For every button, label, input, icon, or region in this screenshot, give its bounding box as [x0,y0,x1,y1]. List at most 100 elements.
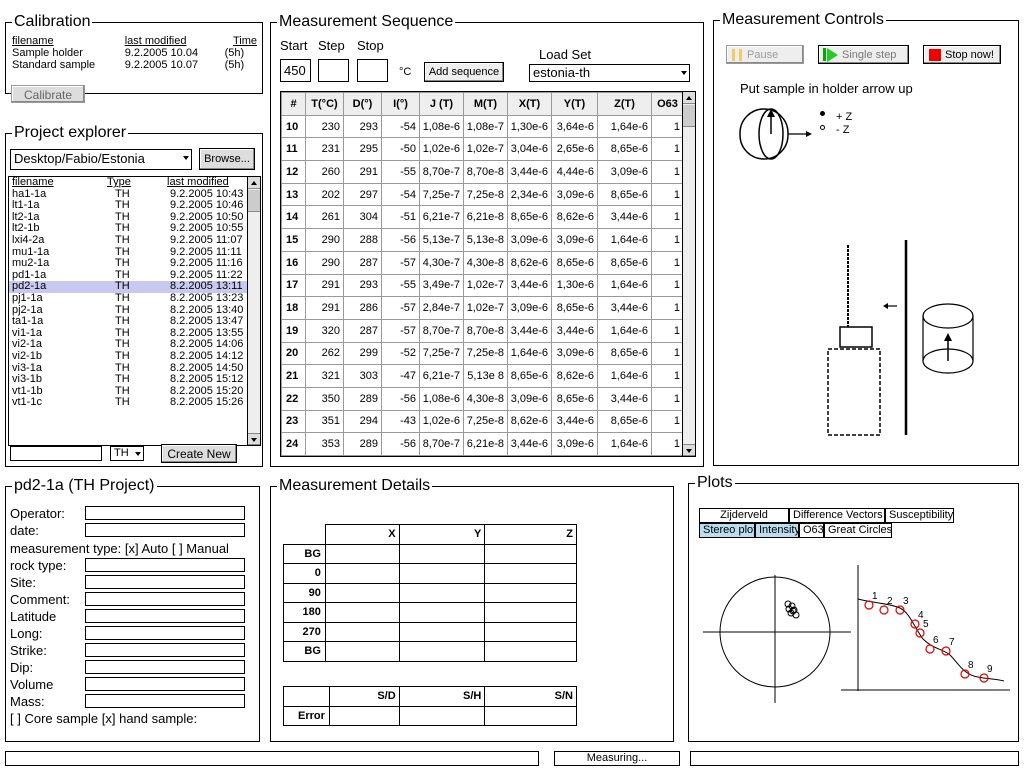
tab-difference-vectors[interactable]: Difference Vectors [789,508,885,523]
add-sequence-button[interactable]: Add sequence [424,62,504,82]
browse-button[interactable]: Browse... [199,148,255,170]
file-list-item[interactable]: vi3-1b TH 8.2.2005 15:12 [9,373,260,386]
details-row: 270 [283,621,577,642]
table-row[interactable]: 25380 [281,455,684,456]
new-project-name-input[interactable] [10,446,102,461]
create-new-button[interactable]: Create New [161,444,237,463]
path-select[interactable]: Desktop/Fabio/Estonia [10,149,192,170]
scroll-thumb[interactable] [683,105,695,127]
tab-o63[interactable]: O63 [799,523,824,538]
latitude-field[interactable] [85,609,245,623]
table-cell: 3,44e-6 [507,160,552,184]
table-row[interactable]: 19 320 287 -57 8,70e-7 8,70e-8 3,44e-6 3,44e-6 1… [281,318,684,343]
step-input[interactable] [318,59,349,82]
table-row[interactable]: 15 290 288 -56 5,13e-7 5,13e-8 3,09e-6 3,09e-6 1… [281,228,684,252]
table-cell: 10 [281,114,306,139]
long-field[interactable] [85,626,245,640]
scroll-up-button[interactable] [683,92,695,104]
instruction-text: Put sample in holder arrow up [740,81,913,96]
table-row[interactable]: 16 290 287 -57 4,30e-7 4,30e-8 8,62e-6 8,65e-6 8… [281,250,684,275]
measurement-table[interactable]: # T(°C) D(°) I(°) J (T) M(T) X(T) Y(T) Z(T) O63 1… [280,91,696,457]
table-row[interactable]: 20 262 299 -52 7,25e-7 7,25e-8 1,64e-6 3,09e-6 8… [281,341,684,366]
column-header[interactable]: Z(T) [597,92,652,116]
file-list-item[interactable]: ta1-1a TH 8.2.2005 13:47 [9,316,260,328]
table-cell: 1,64e-6 [597,273,652,298]
measurement-type-label[interactable]: measurement type: [x] Auto [ ] Manual [10,541,229,557]
tab-intensity[interactable]: Intensity [755,523,800,538]
column-header[interactable]: # [281,92,306,116]
table-row[interactable]: 23 351 294 -43 1,02e-6 7,25e-8 8,62e-6 3,44e-6 8… [281,409,684,434]
start-input[interactable]: 450 [280,59,311,82]
scroll-up-button[interactable] [248,177,260,189]
details-cell [484,621,577,642]
type-select[interactable]: TH [110,446,144,461]
table-cell: 23 [281,409,306,434]
table-row[interactable]: 13 202 297 -54 7,25e-7 7,25e-8 2,34e-6 3,09e-6 8… [281,182,684,207]
scroll-down-button[interactable] [683,444,695,456]
table-cell: 1,02e-7 [463,273,508,298]
table-row[interactable]: 10 230 293 -54 1,08e-6 1,08e-7 1,30e-6 3,64e-6 1… [281,114,684,139]
scroll-down-button[interactable] [248,433,260,445]
file-list-item[interactable]: pj1-1a TH 8.2.2005 13:23 [9,291,260,305]
table-row[interactable]: 11 231 295 -50 1,02e-6 1,02e-7 3,04e-6 2,65e-6 8… [281,137,684,162]
table-cell: 287 [343,250,382,275]
tab-susceptibility[interactable]: Susceptibility [885,508,954,523]
table-scrollbar[interactable] [682,92,695,456]
file-list-item[interactable]: vt1-1c TH 8.2.2005 15:26 [9,397,260,409]
table-cell: 1,64e-6 [507,341,552,366]
stop-now-button[interactable]: Stop now! [923,45,1001,64]
file-cell: pj1-1a [12,291,43,304]
file-cell: TH [115,373,130,386]
volume-field[interactable] [85,677,245,691]
tab-zijderveld[interactable]: Zijderveld [699,508,789,523]
calibrate-button[interactable]: Calibrate [11,85,85,103]
tab-great-circles[interactable]: Great Circles [824,523,892,538]
intensity-point [864,600,874,610]
column-header[interactable]: X(T) [507,92,552,116]
stop-now-label: Stop now! [945,49,994,61]
strike-field[interactable] [85,643,245,657]
step-label: Step [318,38,345,53]
site-field[interactable] [85,575,245,589]
file-list[interactable]: filename Type last modified ha1-1a TH 9.2.… [8,176,261,446]
operator-field[interactable] [85,506,245,520]
mass-field[interactable] [85,694,245,708]
table-row[interactable]: 24 353 289 -56 8,70e-7 6,21e-8 3,44e-6 3,09e-6 1… [281,432,684,456]
column-header[interactable]: I(°) [381,92,420,116]
scroll-thumb[interactable] [248,190,260,212]
column-header[interactable]: Y(T) [551,92,598,116]
table-row[interactable]: 14 261 304 -51 6,21e-7 6,21e-8 8,65e-6 8,62e-6 3… [281,205,684,230]
table-row[interactable]: 17 291 293 -55 3,49e-7 1,02e-7 3,44e-6 1,30e-6 1… [281,273,684,298]
file-list-item[interactable]: lxi4-2a TH 9.2.2005 11:07 [9,234,260,247]
cal-row[interactable]: Sample holder 9.2.2005 10.04 (5h) [12,47,260,59]
column-header[interactable]: J (T) [419,92,464,116]
table-row[interactable]: 21 321 303 -47 6,21e-7 5,13e 8 8,65e-6 8,62e-6 1… [281,364,684,388]
tab-stereo-plot[interactable]: Stereo plot [699,523,756,538]
sample-type-label[interactable]: [ ] Core sample [x] hand sample: [10,711,197,727]
start-value: 450 [284,63,306,78]
cal-row[interactable]: Standard sample 9.2.2005 10.07 (5h) [12,59,260,71]
file-list-item[interactable]: vi2-1b TH 8.2.2005 14:12 [9,350,260,363]
date-field[interactable] [85,523,245,537]
stop-input[interactable] [357,59,388,82]
load-set-select[interactable]: estonia-th [529,64,690,82]
table-row[interactable]: 12 260 291 -55 8,70e-7 8,70e-8 3,44e-6 4,44e-6 3… [281,160,684,184]
dip-field[interactable] [85,660,245,674]
table-cell: -56 [381,432,420,456]
pause-button[interactable]: Pause [726,45,804,64]
file-list-scrollbar[interactable] [247,177,260,445]
pause-label: Pause [747,49,779,61]
table-row[interactable]: 22 350 289 -56 1,08e-6 4,30e-8 3,09e-6 8,65e-6 3… [281,386,684,411]
file-list-item[interactable]: mu2-1a TH 9.2.2005 11:16 [9,258,260,270]
stop-label: Stop [357,38,384,53]
column-header[interactable]: O63 [651,92,684,116]
table-row[interactable]: 18 291 286 -57 2,84e-7 1,02e-7 3,09e-6 8,65e-6 3… [281,296,684,320]
arrow-right-icon [806,131,812,137]
column-header[interactable]: M(T) [463,92,508,116]
column-header[interactable]: D(°) [343,92,382,116]
single-step-button[interactable]: Single step [818,45,909,64]
col-sn: S/N [484,686,577,707]
comment-field[interactable] [85,592,245,606]
column-header[interactable]: T(°C) [305,92,344,116]
rock-type-field[interactable] [85,558,245,572]
